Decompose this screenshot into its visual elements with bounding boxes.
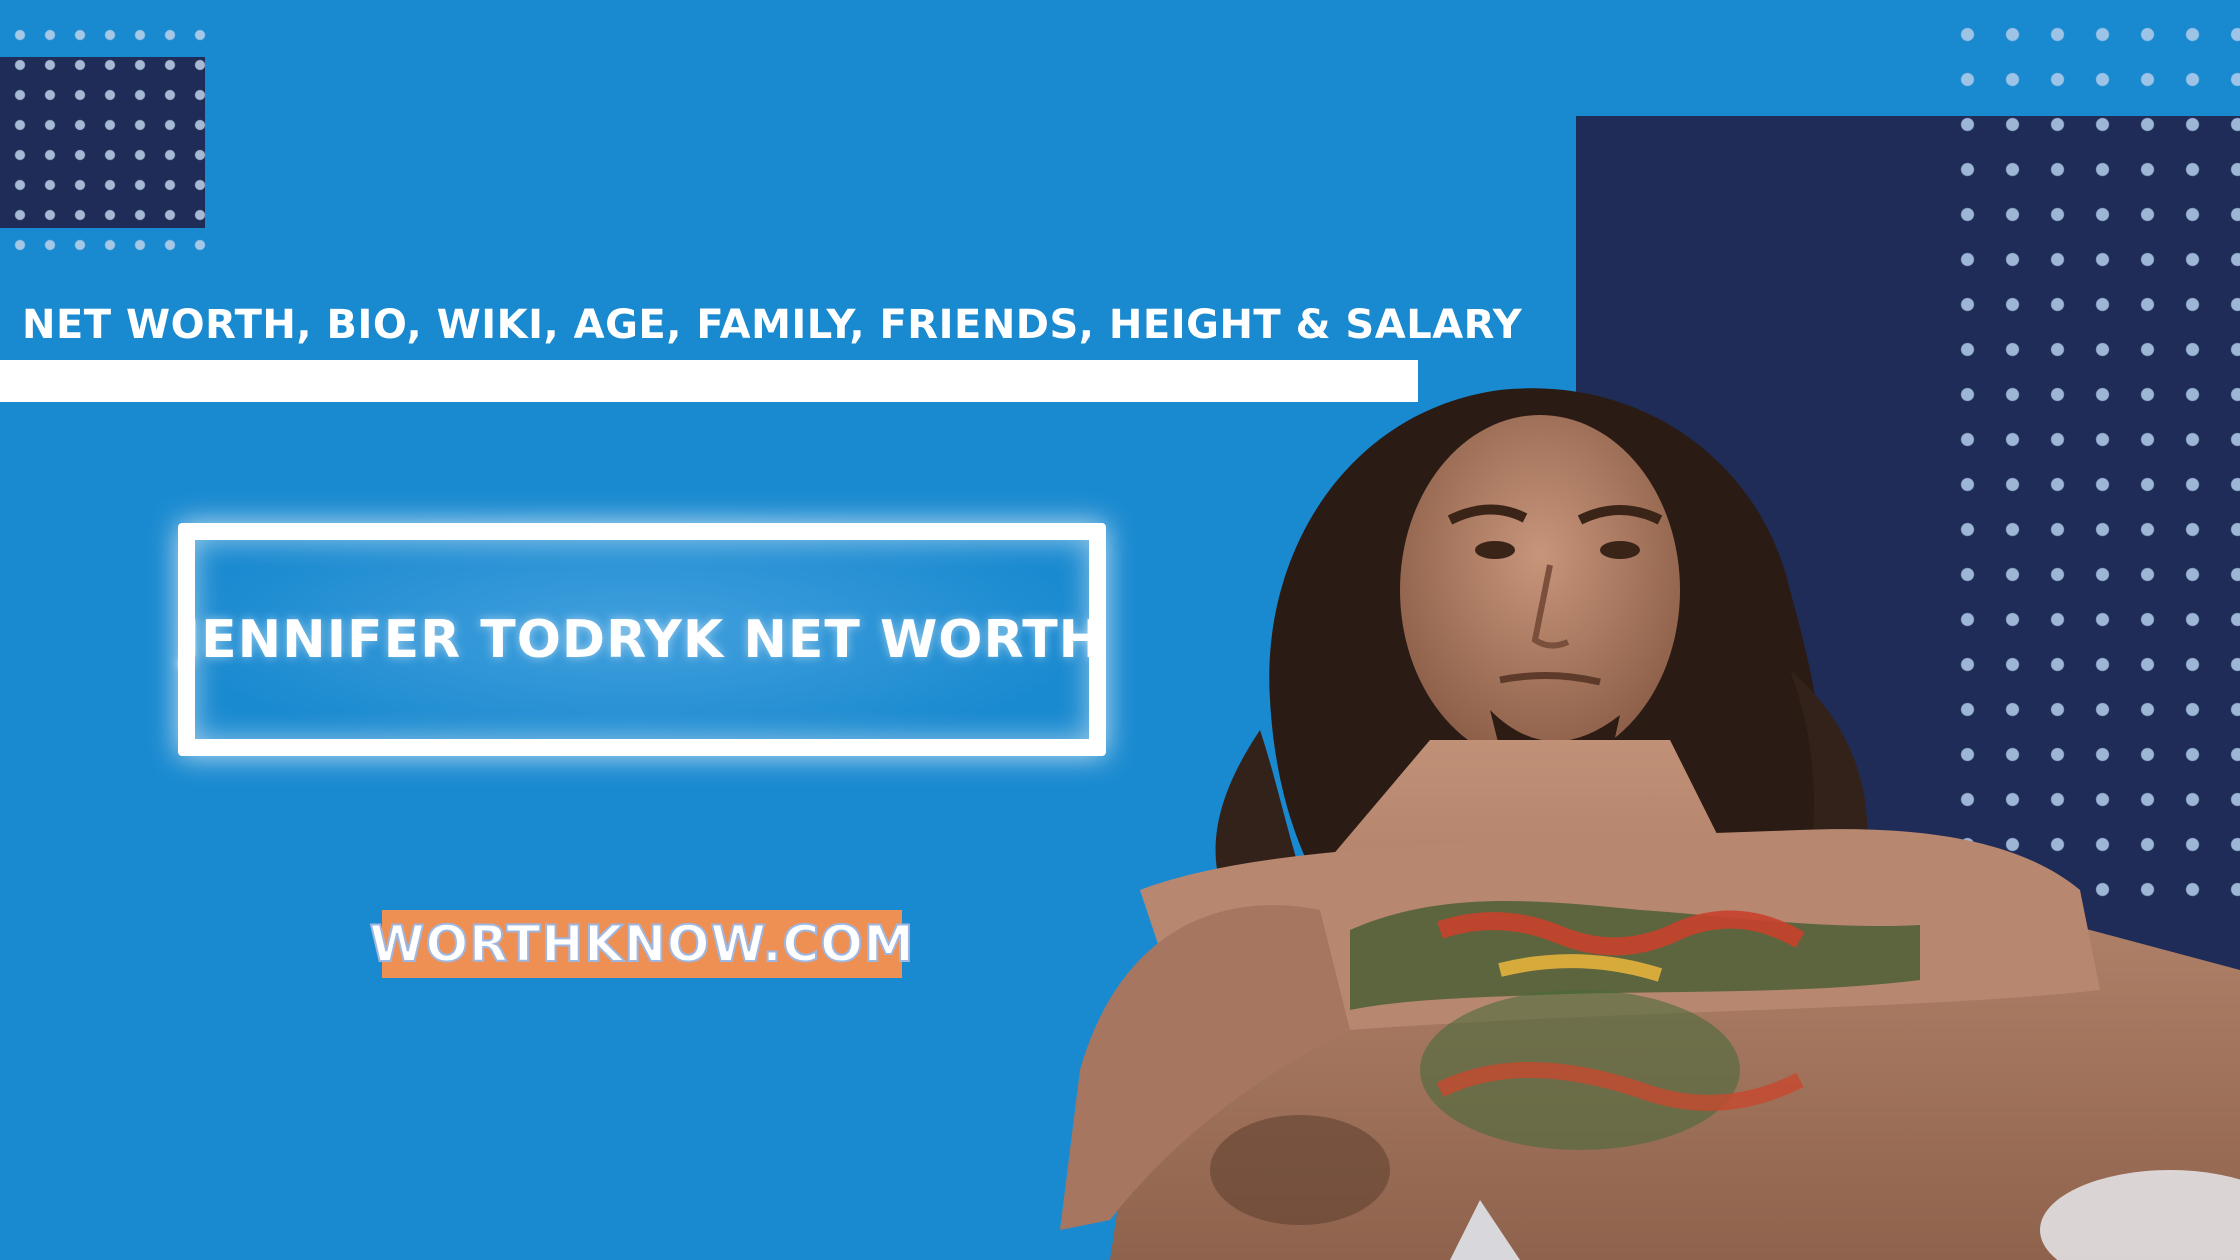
person-photo	[1060, 388, 2240, 1260]
subtitle-heading: NET WORTH, BIO, WIKI, AGE, FAMILY, FRIEN…	[22, 302, 1523, 348]
site-badge[interactable]: WORTHKNOW.COM	[369, 910, 915, 978]
site-label: WORTHKNOW.COM	[369, 914, 915, 974]
page-title: JENNIFER TODRYK NET WORTH	[180, 609, 1104, 670]
dot-pattern-top-left	[0, 20, 206, 268]
title-frame: JENNIFER TODRYK NET WORTH	[178, 523, 1106, 756]
